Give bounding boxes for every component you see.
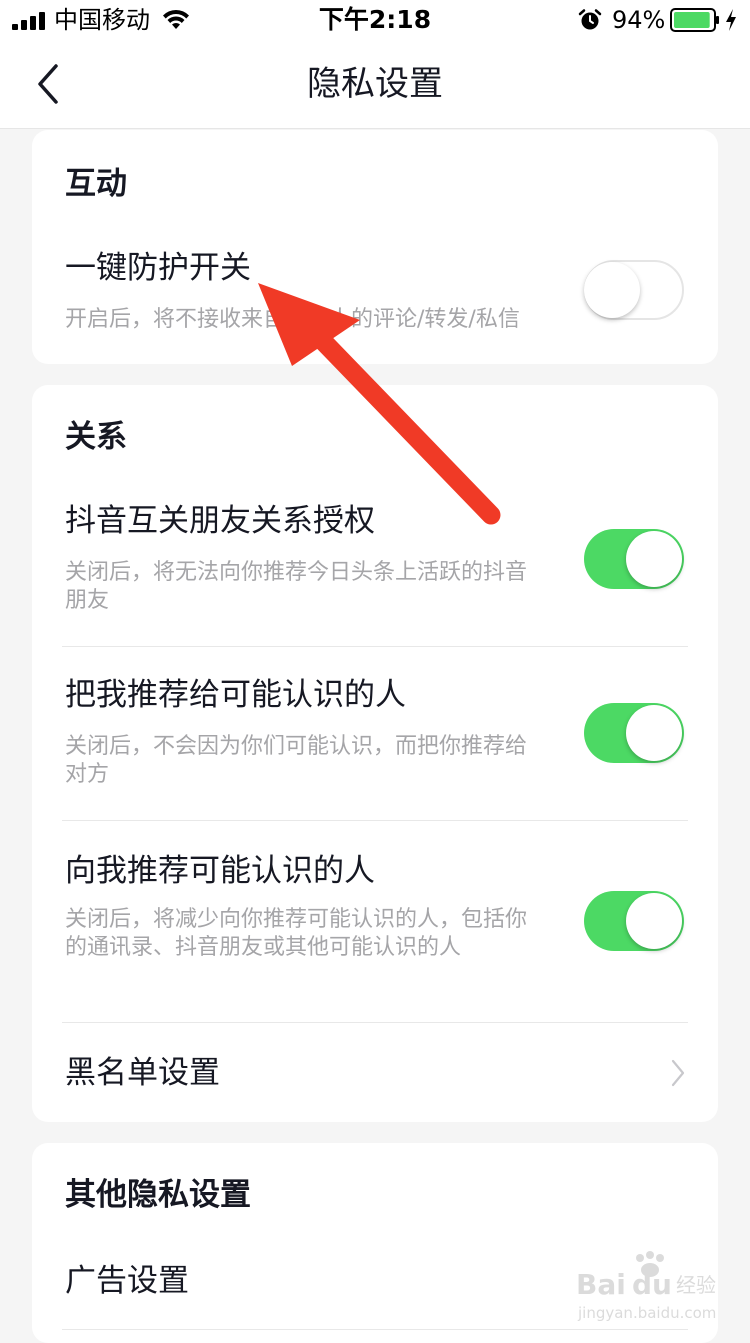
recommend-me-to-others-title: 把我推荐给可能认识的人 (65, 677, 406, 713)
recommend-to-me-title: 向我推荐可能认识的人 (65, 853, 375, 889)
one-click-protection-title: 一键防护开关 (65, 250, 251, 286)
mutual-friends-auth-desc: 关闭后，将无法向你推荐今日头条上活跃的抖音朋友 (65, 560, 528, 613)
other-privacy-section: 其他隐私设置 广告设置 (32, 1143, 718, 1343)
recommend-me-to-others-toggle[interactable] (584, 703, 684, 763)
recommend-to-me-desc: 关闭后，将减少向你推荐可能认识的人，包括你的通讯录、抖音朋友或其他可能认识的人 (65, 907, 528, 960)
section-title: 互动 (65, 166, 127, 202)
section-title: 关系 (65, 419, 127, 455)
charging-bolt-icon (726, 9, 736, 31)
recommend-to-me-toggle[interactable] (584, 891, 684, 951)
navigation-bar: 隐私设置 (0, 40, 750, 129)
one-click-protection-desc: 开启后，将不接收来自陌生人的评论/转发/私信 (65, 307, 520, 332)
one-click-protection-toggle[interactable] (584, 260, 684, 320)
interaction-section: 互动 一键防护开关 开启后，将不接收来自陌生人的评论/转发/私信 (32, 130, 718, 364)
relationship-section: 关系 抖音互关朋友关系授权 关闭后，将无法向你推荐今日头条上活跃的抖音朋友 把我… (32, 385, 718, 1122)
divider (62, 1329, 688, 1330)
ad-settings-title[interactable]: 广告设置 (65, 1261, 189, 1301)
divider (62, 820, 688, 821)
toggle-knob (626, 531, 682, 587)
divider (62, 646, 688, 647)
status-bar: 中国移动 下午2:18 94% (0, 0, 750, 40)
battery-percentage: 94% (612, 6, 666, 34)
mutual-friends-auth-title: 抖音互关朋友关系授权 (65, 503, 375, 539)
divider (62, 1022, 688, 1023)
toggle-knob (626, 893, 682, 949)
alarm-clock-icon (578, 9, 602, 30)
page-title: 隐私设置 (307, 64, 443, 104)
toggle-knob (626, 705, 682, 761)
blacklist-settings-title[interactable]: 黑名单设置 (65, 1053, 220, 1093)
chevron-right-icon[interactable] (668, 1057, 688, 1089)
mutual-friends-auth-toggle[interactable] (584, 529, 684, 589)
section-title: 其他隐私设置 (65, 1177, 251, 1213)
recommend-me-to-others-desc: 关闭后，不会因为你们可能认识，而把你推荐给对方 (65, 734, 528, 787)
toggle-knob (584, 262, 640, 318)
battery-icon (670, 8, 719, 32)
